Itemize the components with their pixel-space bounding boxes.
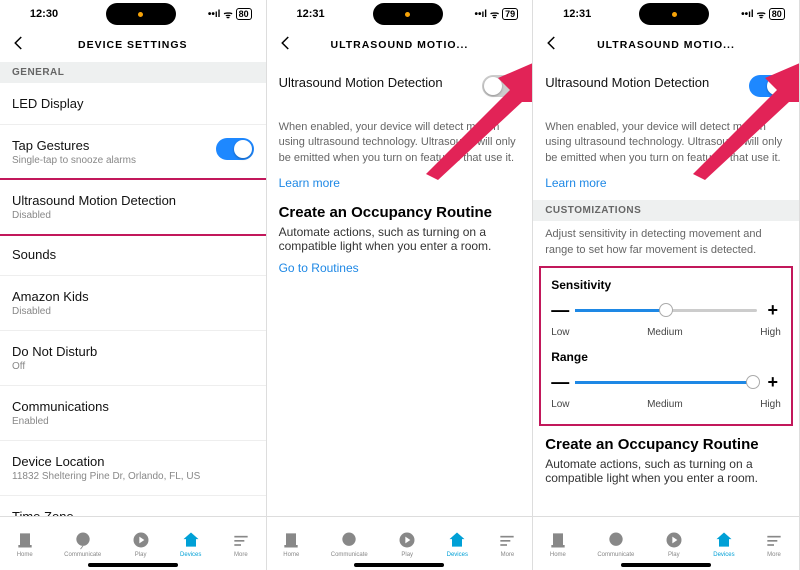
- tab-home[interactable]: Home: [15, 530, 35, 558]
- home-indicator[interactable]: [621, 563, 711, 567]
- signal-icon: ••ıl: [741, 9, 754, 20]
- learn-more-link[interactable]: Learn more: [533, 172, 799, 200]
- wifi-icon: ᯤ: [223, 7, 232, 21]
- row-sounds[interactable]: Sounds: [0, 234, 266, 276]
- dynamic-island: [639, 3, 709, 25]
- tab-play[interactable]: Play: [664, 530, 684, 558]
- tab-more[interactable]: More: [497, 530, 517, 558]
- section-customizations: CUSTOMIZATIONS: [533, 200, 799, 221]
- page-title: DEVICE SETTINGS: [0, 28, 266, 62]
- customization-panel: Sensitivity — + LowMediumHigh Range — + …: [539, 266, 793, 426]
- signal-icon: ••ıl: [208, 9, 221, 20]
- occupancy-routine-section: Create an Occupancy Routine Automate act…: [267, 200, 533, 257]
- row-tap-gestures[interactable]: Tap GesturesSingle-tap to snooze alarms: [0, 125, 266, 180]
- row-communications[interactable]: CommunicationsEnabled: [0, 386, 266, 441]
- occupancy-routine-section: Create an Occupancy Routine Automate act…: [533, 428, 799, 489]
- sensitivity-increase[interactable]: +: [765, 300, 781, 321]
- tab-bar: Home Communicate Play Devices More: [267, 516, 533, 570]
- status-time: 12:31: [547, 8, 607, 20]
- description-text: When enabled, your device will detect mo…: [267, 110, 533, 172]
- battery-icon: 80: [236, 8, 252, 20]
- ultrasound-toggle[interactable]: [482, 75, 520, 97]
- dynamic-island: [106, 3, 176, 25]
- occupancy-title: Create an Occupancy Routine: [279, 204, 521, 221]
- tab-play[interactable]: Play: [131, 530, 151, 558]
- battery-icon: 80: [769, 8, 785, 20]
- home-indicator[interactable]: [88, 563, 178, 567]
- sensitivity-decrease[interactable]: —: [551, 300, 567, 321]
- tab-bar: Home Communicate Play Devices More: [0, 516, 266, 570]
- occupancy-title: Create an Occupancy Routine: [545, 436, 787, 453]
- page-title: ULTRASOUND MOTIO...: [267, 28, 533, 62]
- status-time: 12:30: [14, 8, 74, 20]
- tab-bar: Home Communicate Play Devices More: [533, 516, 799, 570]
- tab-devices[interactable]: Devices: [447, 530, 468, 558]
- page-title: ULTRASOUND MOTIO...: [533, 28, 799, 62]
- battery-icon: 79: [502, 8, 518, 20]
- settings-list[interactable]: GENERAL LED Display Tap GesturesSingle-t…: [0, 62, 266, 516]
- status-indicators: ••ılᯤ 80: [741, 7, 785, 21]
- tab-home[interactable]: Home: [281, 530, 301, 558]
- tab-communicate[interactable]: Communicate: [331, 530, 368, 558]
- tab-devices[interactable]: Devices: [180, 530, 201, 558]
- back-button[interactable]: [10, 34, 28, 55]
- signal-icon: ••ıl: [474, 9, 487, 20]
- screen-device-settings: 12:30 ••ılᯤ 80 DEVICE SETTINGS GENERAL L…: [0, 0, 267, 570]
- tab-home[interactable]: Home: [548, 530, 568, 558]
- tab-communicate[interactable]: Communicate: [597, 530, 634, 558]
- content[interactable]: Ultrasound Motion Detection When enabled…: [533, 62, 799, 516]
- sensitivity-label: Sensitivity: [551, 274, 781, 296]
- row-amazon-kids[interactable]: Amazon KidsDisabled: [0, 276, 266, 331]
- back-button[interactable]: [277, 34, 295, 55]
- home-indicator[interactable]: [354, 563, 444, 567]
- row-do-not-disturb[interactable]: Do Not DisturbOff: [0, 331, 266, 386]
- range-increase[interactable]: +: [765, 372, 781, 393]
- status-indicators: ••ılᯤ 79: [474, 7, 518, 21]
- tab-communicate[interactable]: Communicate: [64, 530, 101, 558]
- back-button[interactable]: [543, 34, 561, 55]
- description-text: When enabled, your device will detect mo…: [533, 110, 799, 172]
- status-indicators: ••ılᯤ 80: [208, 7, 252, 21]
- go-to-routines-link[interactable]: Go to Routines: [267, 257, 533, 285]
- screen-ultrasound-on: 12:31 ••ılᯤ 80 ULTRASOUND MOTIO... Ultra…: [533, 0, 800, 570]
- screen-ultrasound-off: 12:31 ••ılᯤ 79 ULTRASOUND MOTIO... Ultra…: [267, 0, 534, 570]
- tab-devices[interactable]: Devices: [713, 530, 734, 558]
- wifi-icon: ᯤ: [490, 7, 499, 21]
- wifi-icon: ᯤ: [757, 7, 766, 21]
- status-time: 12:31: [281, 8, 341, 20]
- row-time-zone[interactable]: Time Zone: [0, 496, 266, 516]
- tap-gestures-toggle[interactable]: [216, 138, 254, 160]
- tab-play[interactable]: Play: [397, 530, 417, 558]
- occupancy-body: Automate actions, such as turning on a c…: [279, 225, 521, 253]
- range-label: Range: [551, 346, 781, 368]
- range-decrease[interactable]: —: [551, 372, 567, 393]
- ultrasound-toggle[interactable]: [749, 75, 787, 97]
- sensitivity-slider[interactable]: [575, 309, 757, 312]
- status-bar: 12:31 ••ılᯤ 80: [533, 0, 799, 28]
- tab-more[interactable]: More: [231, 530, 251, 558]
- row-ultrasound-motion[interactable]: Ultrasound Motion DetectionDisabled: [0, 178, 266, 236]
- range-slider[interactable]: [575, 381, 757, 384]
- learn-more-link[interactable]: Learn more: [267, 172, 533, 200]
- customization-desc: Adjust sensitivity in detecting movement…: [533, 221, 799, 264]
- occupancy-body: Automate actions, such as turning on a c…: [545, 457, 787, 485]
- row-device-location[interactable]: Device Location11832 Sheltering Pine Dr,…: [0, 441, 266, 496]
- tab-more[interactable]: More: [764, 530, 784, 558]
- ultrasound-toggle-row: Ultrasound Motion Detection: [267, 62, 533, 110]
- row-led-display[interactable]: LED Display: [0, 83, 266, 125]
- ultrasound-toggle-row: Ultrasound Motion Detection: [533, 62, 799, 110]
- section-general: GENERAL: [0, 62, 266, 83]
- dynamic-island: [373, 3, 443, 25]
- status-bar: 12:30 ••ılᯤ 80: [0, 0, 266, 28]
- status-bar: 12:31 ••ılᯤ 79: [267, 0, 533, 28]
- content[interactable]: Ultrasound Motion Detection When enabled…: [267, 62, 533, 516]
